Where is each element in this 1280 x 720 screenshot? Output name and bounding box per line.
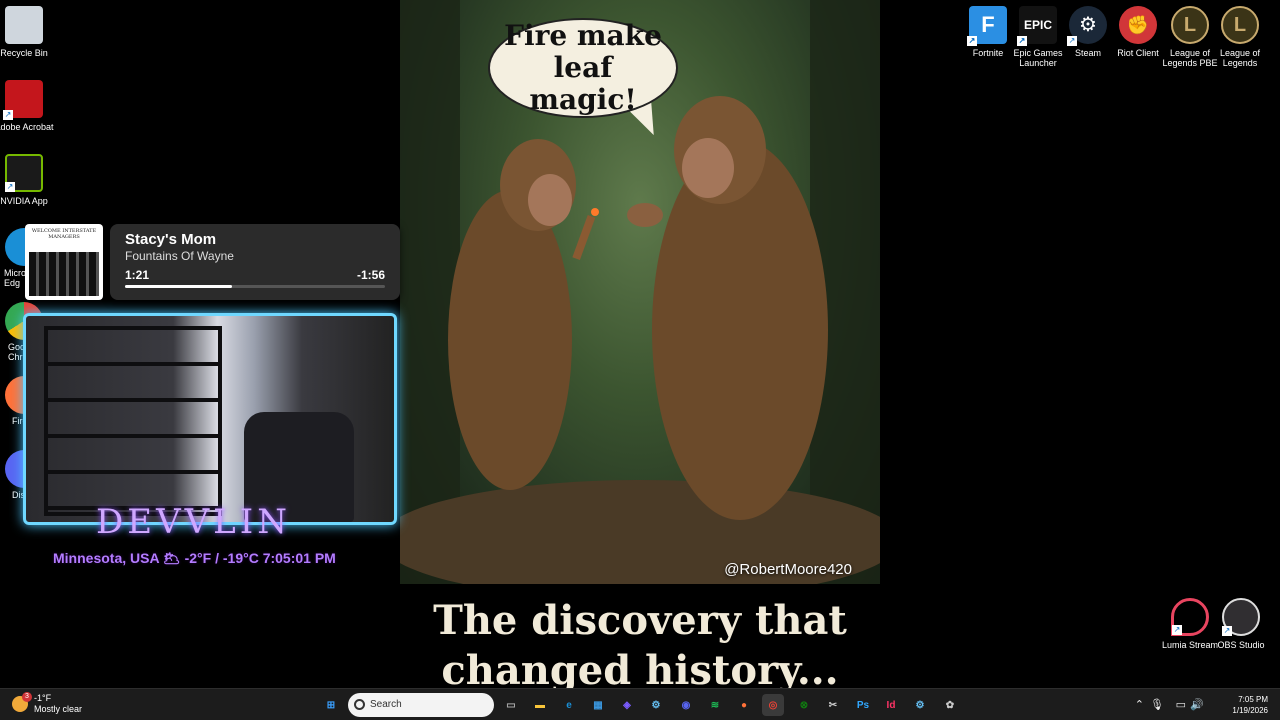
recycle-bin-icon: [5, 6, 43, 44]
album-art-title: WELCOME INTERSTATE MANAGERS: [31, 228, 97, 240]
meme-credit: @RobertMoore420: [724, 561, 852, 578]
tray-overflow-chevron-icon[interactable]: ⌃: [1135, 698, 1144, 711]
media-card[interactable]: Stacy's Mom Fountains Of Wayne 1:21 -1:5…: [110, 224, 400, 300]
webcam-shelf: [44, 326, 222, 516]
weather-badge: 3: [22, 692, 32, 702]
edge-taskbar-icon[interactable]: e: [558, 694, 580, 716]
weather-icon: 3: [12, 692, 32, 712]
shortcut-arrow-icon: ↗: [1067, 36, 1077, 46]
microphone-icon[interactable]: 🎙: [1150, 698, 1164, 711]
taskbar: 3 -1°F Mostly clear Search ⊞ ▭ ▬ e ▦ ◈ ⚙ ◉ ≋ ● ◎ ⊗ ✂…: [0, 688, 1280, 720]
album-art: WELCOME INTERSTATE MANAGERS: [25, 224, 103, 300]
photoshop-icon[interactable]: Ps: [852, 694, 874, 716]
desktop-icon-label: Recycle Bin: [0, 48, 48, 58]
settings-icon[interactable]: ✿: [939, 694, 961, 716]
progress-bar[interactable]: [125, 285, 385, 288]
epic-games-icon: EPIC ↗: [1017, 6, 1057, 46]
xbox-icon[interactable]: ⊗: [793, 694, 815, 716]
steam-icon: ⚙ ↗: [1067, 6, 1107, 46]
meme-image: Fire make leaf magic! @RobertMoore420: [400, 0, 880, 584]
song-title: Stacy's Mom: [125, 231, 217, 248]
steam-taskbar-icon-2[interactable]: ⚙: [909, 694, 931, 716]
media-flyout[interactable]: WELCOME INTERSTATE MANAGERS Stacy's Mom …: [25, 224, 400, 300]
desktop-icon-riot-client[interactable]: ✊ Riot Client: [1108, 6, 1168, 58]
weather-temp: -1°F: [34, 693, 52, 703]
volume-icon[interactable]: 🔊: [1190, 698, 1204, 711]
shortcut-arrow-icon: ↗: [3, 110, 13, 120]
obs-icon: ↗: [1222, 598, 1260, 636]
network-icon[interactable]: ▭: [1176, 698, 1186, 711]
stream-brand: DEVVLIN: [96, 502, 291, 542]
acrobat-icon: ↗: [3, 80, 43, 120]
discord-taskbar-icon[interactable]: ◉: [675, 694, 697, 716]
desktop-icon-league[interactable]: L League of Legends: [1210, 6, 1270, 68]
desktop-icon-label: Adobe Acrobat: [0, 122, 54, 132]
spotify-icon[interactable]: ≋: [704, 694, 726, 716]
nvidia-icon: ↗: [5, 154, 43, 192]
league-pbe-icon: L: [1171, 6, 1209, 44]
desktop-icon-label: OBS Studio: [1217, 640, 1265, 650]
remaining-time: -1:56: [356, 268, 385, 282]
speech-bubble: Fire make leaf magic!: [488, 18, 678, 118]
task-view-icon[interactable]: ▭: [500, 694, 522, 716]
firefox-taskbar-icon[interactable]: ●: [733, 694, 755, 716]
file-explorer-icon[interactable]: ▬: [529, 694, 551, 716]
indesign-icon[interactable]: Id: [880, 694, 902, 716]
search-placeholder: Search: [370, 699, 402, 710]
meme-caption: The discovery that changed history...: [433, 597, 847, 694]
desktop-icon-recycle-bin[interactable]: Recycle Bin: [0, 6, 54, 58]
taskbar-clock[interactable]: 7:05 PM 1/19/2026: [1232, 694, 1268, 716]
fortnite-icon: F ↗: [967, 6, 1007, 46]
progress-fill: [125, 285, 232, 288]
steam-taskbar-icon[interactable]: ⚙: [645, 694, 667, 716]
webcam-frame: [23, 313, 397, 525]
store-icon[interactable]: ▦: [587, 694, 609, 716]
desktop-icon-adobe-acrobat[interactable]: ↗ Adobe Acrobat: [0, 80, 54, 132]
start-button[interactable]: ⊞: [320, 694, 342, 716]
copilot-icon[interactable]: ◈: [616, 694, 638, 716]
elapsed-time: 1:21: [125, 268, 150, 282]
shortcut-arrow-icon: ↗: [967, 36, 977, 46]
shortcut-arrow-icon: ↗: [1222, 626, 1232, 636]
snipping-icon[interactable]: ✂: [822, 694, 844, 716]
lumia-stream-icon: ↗: [1171, 598, 1209, 636]
desktop-icon-label: League of Legends: [1219, 48, 1261, 68]
league-icon: L: [1221, 6, 1259, 44]
desktop-icon-label: Riot Client: [1117, 48, 1159, 58]
riot-icon: ✊: [1119, 6, 1157, 44]
desktop-icon-nvidia-app[interactable]: ↗ NVIDIA App: [0, 154, 54, 206]
album-art-photo: [29, 252, 99, 296]
desktop-icon-obs-studio[interactable]: ↗ OBS Studio: [1211, 598, 1271, 650]
shortcut-arrow-icon: ↗: [5, 182, 15, 192]
taskbar-weather-widget[interactable]: 3 -1°F Mostly clear: [12, 692, 83, 715]
shortcut-arrow-icon: ↗: [1017, 36, 1027, 46]
clock-time: 7:05 PM: [1238, 695, 1268, 704]
shortcut-arrow-icon: ↗: [1172, 625, 1182, 635]
clock-date: 1/19/2026: [1232, 706, 1268, 715]
chrome-taskbar-icon[interactable]: ◎: [762, 694, 784, 716]
weather-desc: Mostly clear: [34, 704, 83, 714]
taskbar-search[interactable]: Search: [348, 693, 494, 717]
desktop-icon-label: NVIDIA App: [0, 196, 48, 206]
song-artist: Fountains Of Wayne: [125, 249, 234, 263]
stream-weather-line: Minnesota, USA 🌥 -2°F / -19°C 7:05:01 PM: [53, 550, 336, 566]
search-icon: [354, 699, 365, 710]
